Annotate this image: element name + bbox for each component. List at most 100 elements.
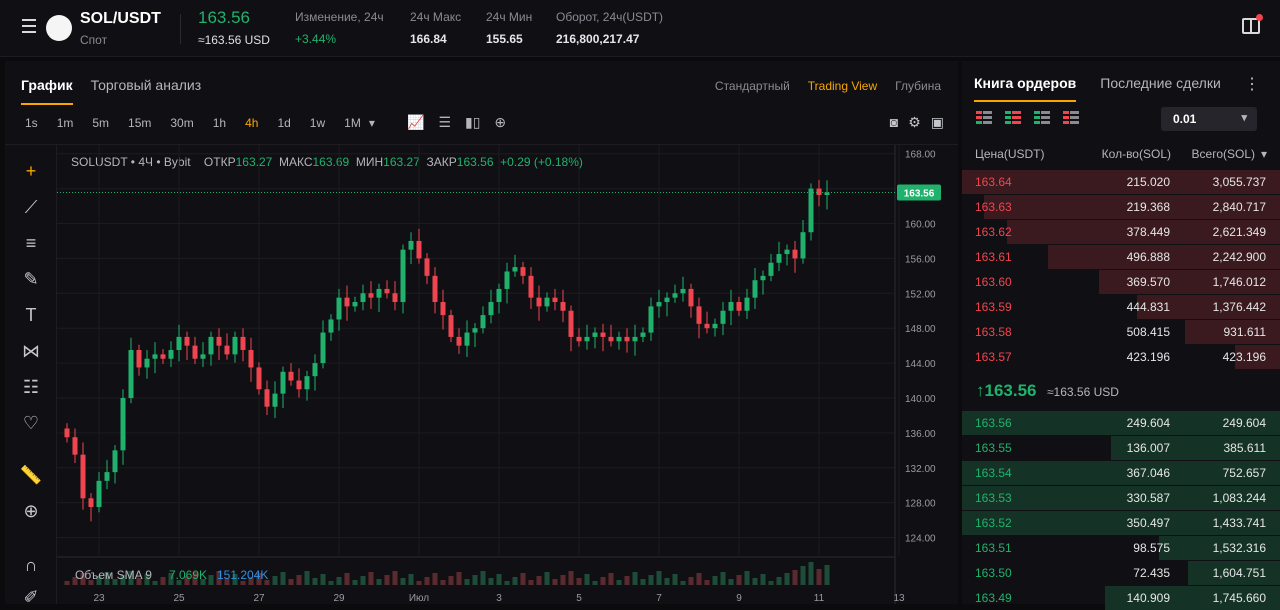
ask-row[interactable]: 163.57 423.196 423.196 [962,345,1280,369]
crosshair-icon[interactable]: + [19,159,43,183]
volume-bar [416,581,422,585]
bid-row[interactable]: 163.54 367.046 752.657 [962,461,1280,485]
ask-row[interactable]: 163.59 444.831 1,376.442 [962,295,1280,319]
view-bids-icon[interactable] [1034,111,1051,125]
x-tick-label: 29 [333,593,345,604]
volume-bar [744,571,750,585]
brush-icon[interactable]: ✎ [19,267,43,291]
tab-recent-trades[interactable]: Последние сделки [1100,75,1221,102]
price-step-select[interactable]: 0.01 [1161,107,1257,131]
camera-icon[interactable]: ◙ [890,114,898,131]
heart-icon[interactable]: ♡ [19,411,43,435]
zoom-icon[interactable]: ⊕ [19,499,43,523]
interval-4h[interactable]: 4h [245,116,258,130]
chevron-down-icon[interactable]: ▾ [369,116,375,130]
view-both-icon[interactable] [976,111,993,125]
ask-row[interactable]: 163.60 369.570 1,746.012 [962,270,1280,294]
candle-body [464,332,470,346]
row-qty: 98.575 [1133,541,1170,555]
more-icon[interactable]: ⋮ [1244,74,1260,94]
candle-body [328,319,334,333]
bid-row[interactable]: 163.53 330.587 1,083.244 [962,486,1280,510]
candle-body [416,240,422,259]
interval-30m[interactable]: 30m [170,116,193,130]
volume-bar [576,578,582,585]
sort-icon[interactable]: ▾ [1261,147,1267,161]
menu-icon[interactable] [22,19,38,35]
view-split-icon[interactable] [1005,111,1022,125]
stat-turnover: Оборот, 24ч(USDT) 216,800,217.47 [556,10,663,46]
pencil-icon[interactable]: ✐ [19,585,43,609]
volume-bar [272,576,278,585]
pair-title[interactable]: SOL/USDT [80,10,161,28]
ask-row[interactable]: 163.64 215.020 3,055.737 [962,170,1280,194]
candle-body [600,332,606,337]
ask-row[interactable]: 163.62 378.449 2,621.349 [962,220,1280,244]
fullscreen-icon[interactable]: ▣ [931,114,944,131]
bid-row[interactable]: 163.55 136.007 385.611 [962,436,1280,460]
text-icon[interactable]: T [19,303,43,327]
candle-body [760,275,766,281]
bid-row[interactable]: 163.56 249.604 249.604 [962,411,1280,435]
interval-15m[interactable]: 15m [128,116,151,130]
view-tradingview[interactable]: Trading View [808,79,877,93]
row-qty: 378.449 [1126,225,1170,239]
interval-1M[interactable]: 1M [344,116,361,130]
stat-label: Изменение, 24ч [295,10,384,24]
volume-bar [760,574,766,585]
bid-row[interactable]: 163.50 72.435 1,604.751 [962,561,1280,585]
ask-row[interactable]: 163.58 508.415 931.611 [962,320,1280,344]
candle-body [544,297,550,307]
candle-body [480,315,486,329]
trendline-icon[interactable]: ⟋ [19,195,43,219]
interval-1w[interactable]: 1w [310,116,325,130]
bid-row[interactable]: 163.51 98.575 1,532.316 [962,536,1280,560]
candle-body [648,306,654,333]
candle-body [192,345,198,359]
row-price: 163.52 [975,516,1012,530]
view-depth[interactable]: Глубина [895,79,941,93]
bid-row[interactable]: 163.52 350.497 1,433.741 [962,511,1280,535]
candle-body [376,288,382,298]
interval-1d[interactable]: 1d [277,116,290,130]
row-price: 163.59 [975,300,1012,314]
settings-icon[interactable]: ⚙ [908,114,921,131]
row-total: 2,621.349 [1212,225,1266,239]
pattern-icon[interactable]: ⋈ [19,339,43,363]
tab-chart[interactable]: График [21,77,73,105]
interval-1m[interactable]: 1m [57,116,74,130]
interval-5m[interactable]: 5m [92,116,109,130]
candle-body [288,371,294,381]
volume-bar [352,580,358,585]
volume-bar [328,581,334,585]
candle-body [80,454,86,499]
tab-order-book[interactable]: Книга ордеров [974,75,1077,102]
ask-row[interactable]: 163.61 496.888 2,242.900 [962,245,1280,269]
ruler-icon[interactable]: 📏 [19,463,43,487]
templates-icon[interactable]: ☰ [438,114,451,131]
volume-bar [440,580,446,585]
view-asks-icon[interactable] [1063,111,1080,125]
indicators-icon[interactable]: 📈 [407,114,424,131]
tab-trading-analysis[interactable]: Торговый анализ [91,77,202,105]
magnet-icon[interactable]: ∩ [19,553,43,577]
interval-1h[interactable]: 1h [213,116,226,130]
view-standard[interactable]: Стандартный [715,79,790,93]
mid-price-usd: ≈163.56 USD [1046,385,1119,399]
volume-bar [712,576,718,585]
candle-body [456,336,462,346]
candle-body [512,267,518,272]
ask-row[interactable]: 163.63 219.368 2,840.717 [962,195,1280,219]
candlestick-chart[interactable]: 124.00 128.00 132.00 136.00 140.00 144.00 148.… [57,145,958,604]
candle-type-icon[interactable]: ▮▯ [465,114,480,131]
interval-1s[interactable]: 1s [25,116,38,130]
candle-body [688,288,694,307]
horizontal-lines-icon[interactable]: ≡ [19,231,43,255]
add-icon[interactable]: ⊕ [494,114,506,131]
volume-legend-v2: 151.204K [217,568,268,582]
last-price: 163.56 [198,8,250,27]
fib-icon[interactable]: ☷ [19,375,43,399]
volume-bar [336,577,342,585]
candle-body [816,188,822,195]
bid-row[interactable]: 163.49 140.909 1,745.660 [962,586,1280,610]
